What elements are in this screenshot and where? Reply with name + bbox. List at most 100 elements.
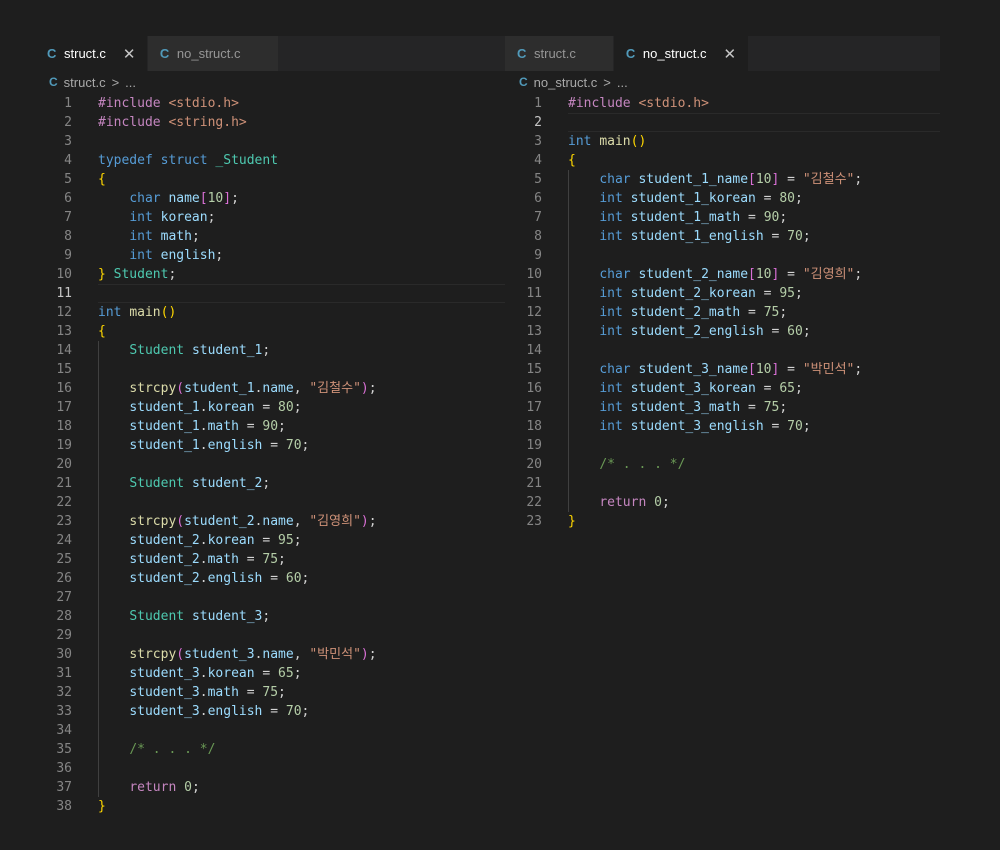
code-line[interactable]: 14 Student student_1; [35,341,505,360]
line-number: 10 [526,267,542,282]
code-line[interactable]: 35 /* . . . */ [35,740,505,759]
code-line[interactable]: 6 int student_1_korean = 80; [505,189,940,208]
code-line[interactable]: 5{ [35,170,505,189]
code-token: student_2 [184,514,255,529]
code-line[interactable]: 10 char student_2_name[10] = "김영희"; [505,265,940,284]
code-line[interactable]: 3 int main() [505,132,940,151]
code-token: name [262,647,294,662]
code-line[interactable]: 19 [505,436,940,455]
code-line[interactable]: 1 #include <stdio.h> [35,94,505,113]
code-line[interactable]: 23 strcpy(student_2.name, "김영희"); [35,512,505,531]
code-line[interactable]: 16 int student_3_korean = 65; [505,379,940,398]
code-line[interactable]: 6 char name[10]; [35,189,505,208]
code-line[interactable]: 31 student_3.korean = 65; [35,664,505,683]
code-line[interactable]: 3 [35,132,505,151]
code-line[interactable]: 19 student_1.english = 70; [35,436,505,455]
code-token: student_1_english [630,229,764,244]
code-line[interactable]: 5 char student_1_name[10] = "김철수"; [505,170,940,189]
code-editor[interactable]: 1 #include <stdio.h> 2 3 int main() 4{5 char … [505,93,940,531]
code-line[interactable]: 18 student_1.math = 90; [35,417,505,436]
breadcrumb-ellipsis[interactable]: ... [125,75,136,90]
line-code: student_3.math = 75; [98,683,505,702]
code-line[interactable]: 12 int main() [35,303,505,322]
line-code: student_3.english = 70; [98,702,505,721]
tab-no-struct-c[interactable]: C no_struct.c ✕ [613,36,749,71]
code-line[interactable]: 15 char student_3_name[10] = "박민석"; [505,360,940,379]
code-line[interactable]: 10} Student; [35,265,505,284]
line-code: int korean; [98,208,505,227]
editor-group-left: C struct.c ✕ C no_struct.c C struct.c > … [35,36,505,816]
code-line[interactable]: 37 return 0; [35,778,505,797]
code-line[interactable]: 34 [35,721,505,740]
line-number: 38 [56,799,72,814]
code-line[interactable]: 18 int student_3_english = 70; [505,417,940,436]
code-line[interactable]: 38} [35,797,505,816]
close-icon[interactable]: ✕ [123,45,136,63]
code-line[interactable]: 36 [35,759,505,778]
code-token: student_3 [129,704,200,719]
code-line[interactable]: 4{ [505,151,940,170]
code-line[interactable]: 32 student_3.math = 75; [35,683,505,702]
code-token: ; [368,381,377,396]
code-line[interactable]: 7 int korean; [35,208,505,227]
code-line[interactable]: 24 student_2.korean = 95; [35,531,505,550]
line-code: Student student_1; [98,341,505,360]
code-line[interactable]: 8 int student_1_english = 70; [505,227,940,246]
code-token: _Student [215,153,279,168]
breadcrumb-ellipsis[interactable]: ... [617,75,628,90]
code-line[interactable]: 22 [35,493,505,512]
line-code: char name[10]; [98,189,505,208]
tab-struct-c[interactable]: C struct.c ✕ [35,36,148,71]
code-line[interactable]: 20 /* . . . */ [505,455,940,474]
tab-no-struct-c[interactable]: C no_struct.c [147,36,279,71]
code-line[interactable]: 25 student_2.math = 75; [35,550,505,569]
code-line[interactable]: 17 student_1.korean = 80; [35,398,505,417]
code-line[interactable]: 1 #include <stdio.h> [505,94,940,113]
code-line[interactable]: 12 int student_2_math = 75; [505,303,940,322]
tab-struct-c[interactable]: C struct.c [505,36,614,71]
code-token: ] [223,191,232,206]
code-line[interactable]: 14 [505,341,940,360]
code-token: = [238,685,263,700]
close-icon[interactable]: ✕ [724,45,737,63]
code-line[interactable]: 30 strcpy(student_3.name, "박민석"); [35,645,505,664]
code-line[interactable]: 13 int student_2_english = 60; [505,322,940,341]
code-line[interactable]: 2 [505,113,940,132]
code-token: int [599,305,631,320]
code-line[interactable]: 20 [35,455,505,474]
code-line[interactable]: 21 Student student_2; [35,474,505,493]
code-editor[interactable]: 1 #include <stdio.h> 2 #include <string.h> 3… [35,93,505,816]
code-line[interactable]: 16 strcpy(student_1.name, "김철수"); [35,379,505,398]
code-line[interactable]: 11 [35,284,505,303]
code-token: student_1 [184,381,255,396]
code-line[interactable]: 13 { [35,322,505,341]
code-line[interactable]: 29 [35,626,505,645]
line-code: int student_1_math = 90; [568,208,940,227]
code-line[interactable]: 4 typedef struct _Student [35,151,505,170]
code-line[interactable]: 8 int math; [35,227,505,246]
line-number: 9 [534,248,542,263]
code-line[interactable]: 26 student_2.english = 60; [35,569,505,588]
code-line[interactable]: 15 [35,360,505,379]
code-line[interactable]: 17 int student_3_math = 75; [505,398,940,417]
code-line[interactable]: 9 int english; [35,246,505,265]
code-line[interactable]: 23} [505,512,940,531]
c-file-icon: C [159,46,170,61]
code-line[interactable]: 22 return 0; [505,493,940,512]
code-token: student_2 [129,533,200,548]
code-line[interactable]: 2 #include <string.h> [35,113,505,132]
code-token: 60 [787,324,803,339]
code-line[interactable]: 33 student_3.english = 70; [35,702,505,721]
code-token: ; [207,210,216,225]
code-token: . [199,552,208,567]
code-line[interactable]: 7 int student_1_math = 90; [505,208,940,227]
code-line[interactable]: 21 [505,474,940,493]
code-line[interactable]: 9 [505,246,940,265]
code-line[interactable]: 11 int student_2_korean = 95; [505,284,940,303]
code-line[interactable]: 28 Student student_3; [35,607,505,626]
code-line[interactable]: 27 [35,588,505,607]
breadcrumb-file[interactable]: struct.c [64,75,106,90]
breadcrumb-file[interactable]: no_struct.c [534,75,598,90]
